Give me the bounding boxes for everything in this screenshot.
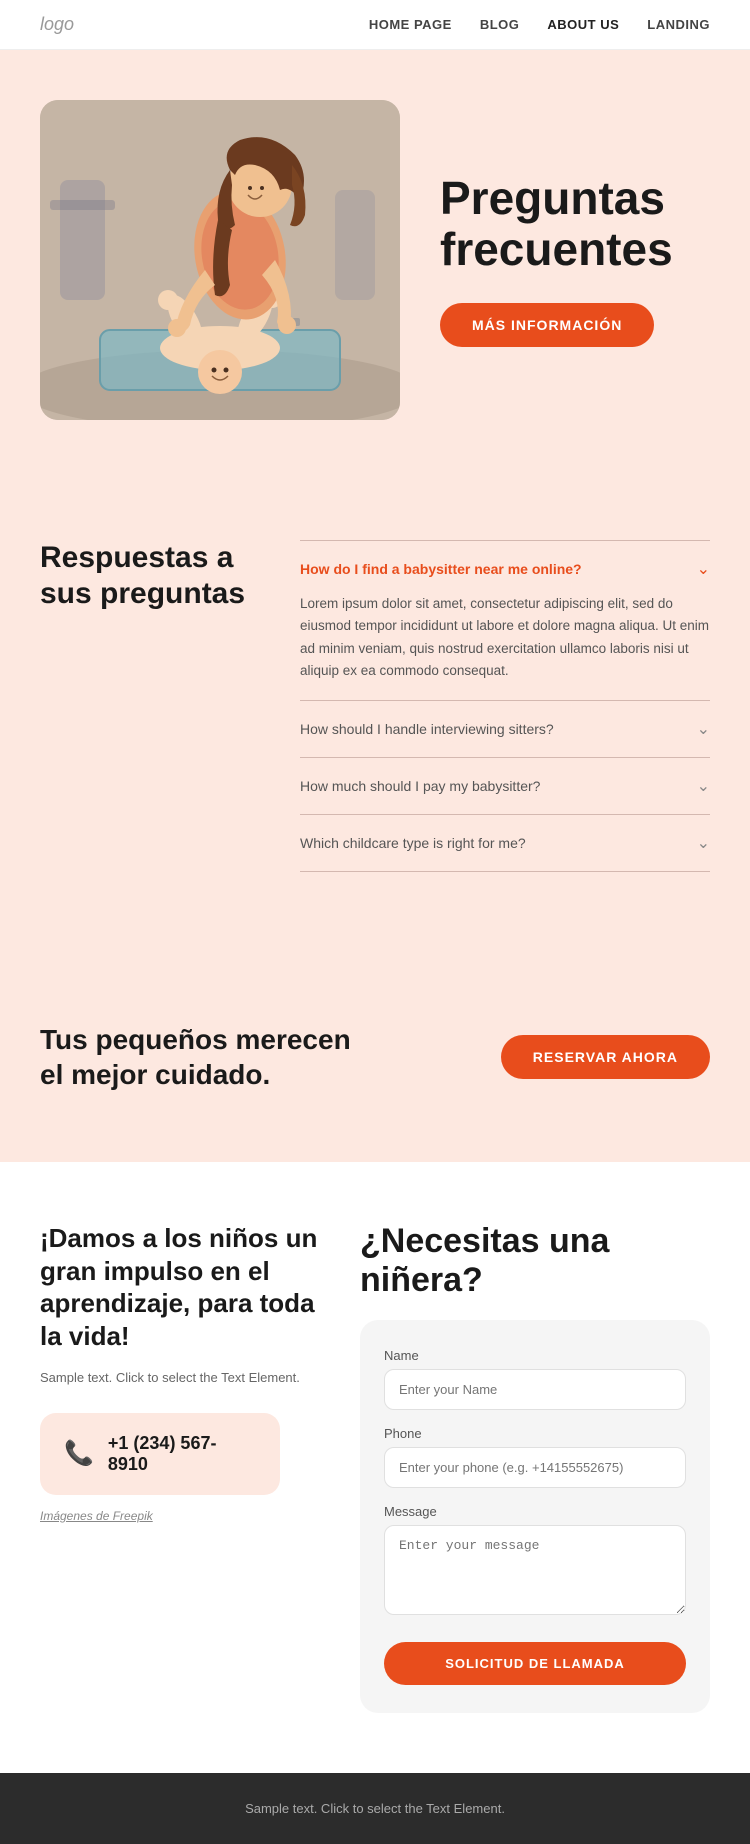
faq-question-text-1: How do I find a babysitter near me onlin… [300,561,582,577]
cta-title: Tus pequeños merecen el mejor cuidado. [40,1022,360,1092]
faq-item-1: How do I find a babysitter near me onlin… [300,540,710,701]
hero-text-block: Preguntas frecuentes MÁS INFORMACIÓN [440,173,710,346]
phone-card: 📞 +1 (234) 567-8910 [40,1413,280,1495]
faq-item-4: Which childcare type is right for me? ⌄ [300,815,710,872]
faq-question-text-3: How much should I pay my babysitter? [300,778,540,794]
logo: logo [40,14,74,35]
navbar: logo HOME PAGE BLOG ABOUT US LANDING [0,0,750,50]
contact-left: ¡Damos a los niños un gran impulso en el… [40,1222,320,1523]
contact-right: ¿Necesitas una niñera? Name Phone Messag… [360,1222,710,1713]
message-label: Message [384,1504,686,1519]
name-input[interactable] [384,1369,686,1410]
faq-list: How do I find a babysitter near me onlin… [300,540,710,872]
chevron-down-icon-1: ⌄ [697,559,710,579]
phone-input[interactable] [384,1447,686,1488]
chevron-down-icon-3: ⌄ [697,776,710,796]
phone-icon: 📞 [64,1439,94,1468]
contact-left-title: ¡Damos a los niños un gran impulso en el… [40,1222,320,1352]
phone-number: +1 (234) 567-8910 [108,1433,256,1475]
name-label: Name [384,1348,686,1363]
nav-blog[interactable]: BLOG [480,17,520,32]
chevron-down-icon-4: ⌄ [697,833,710,853]
faq-question-2[interactable]: How should I handle interviewing sitters… [300,719,710,739]
footer: Sample text. Click to select the Text El… [0,1773,750,1844]
hero-title: Preguntas frecuentes [440,173,710,274]
chevron-down-icon-2: ⌄ [697,719,710,739]
freepik-credit[interactable]: Imágenes de Freepik [40,1509,320,1523]
nav-home[interactable]: HOME PAGE [369,17,452,32]
cta-banner: Tus pequeños merecen el mejor cuidado. R… [0,952,750,1162]
faq-section-title: Respuestas a sus preguntas [40,540,260,612]
faq-question-text-4: Which childcare type is right for me? [300,835,526,851]
name-field-group: Name [384,1348,686,1410]
faq-left-panel: Respuestas a sus preguntas [40,540,260,872]
nav-links: HOME PAGE BLOG ABOUT US LANDING [369,17,710,32]
faq-answer-1: Lorem ipsum dolor sit amet, consectetur … [300,593,710,682]
message-field-group: Message [384,1504,686,1620]
faq-question-text-2: How should I handle interviewing sitters… [300,721,554,737]
faq-section: Respuestas a sus preguntas How do I find… [0,480,750,952]
faq-item-2: How should I handle interviewing sitters… [300,701,710,758]
contact-left-desc: Sample text. Click to select the Text El… [40,1368,320,1389]
submit-button[interactable]: SOLICITUD DE LLAMADA [384,1642,686,1685]
phone-label: Phone [384,1426,686,1441]
hero-illustration [40,100,400,420]
faq-item-3: How much should I pay my babysitter? ⌄ [300,758,710,815]
message-textarea[interactable] [384,1525,686,1615]
contact-form-title: ¿Necesitas una niñera? [360,1222,710,1300]
faq-question-4[interactable]: Which childcare type is right for me? ⌄ [300,833,710,853]
faq-question-1[interactable]: How do I find a babysitter near me onlin… [300,559,710,579]
footer-text: Sample text. Click to select the Text El… [40,1801,710,1816]
contact-form: Name Phone Message SOLICITUD DE LLAMADA [360,1320,710,1713]
nav-about[interactable]: ABOUT US [547,17,619,32]
cta-button[interactable]: RESERVAR AHORA [501,1035,710,1079]
hero-section: Preguntas frecuentes MÁS INFORMACIÓN [0,50,750,480]
contact-section: ¡Damos a los niños un gran impulso en el… [0,1162,750,1773]
hero-image [40,100,400,420]
faq-question-3[interactable]: How much should I pay my babysitter? ⌄ [300,776,710,796]
hero-cta-button[interactable]: MÁS INFORMACIÓN [440,303,654,347]
nav-landing[interactable]: LANDING [647,17,710,32]
phone-field-group: Phone [384,1426,686,1488]
